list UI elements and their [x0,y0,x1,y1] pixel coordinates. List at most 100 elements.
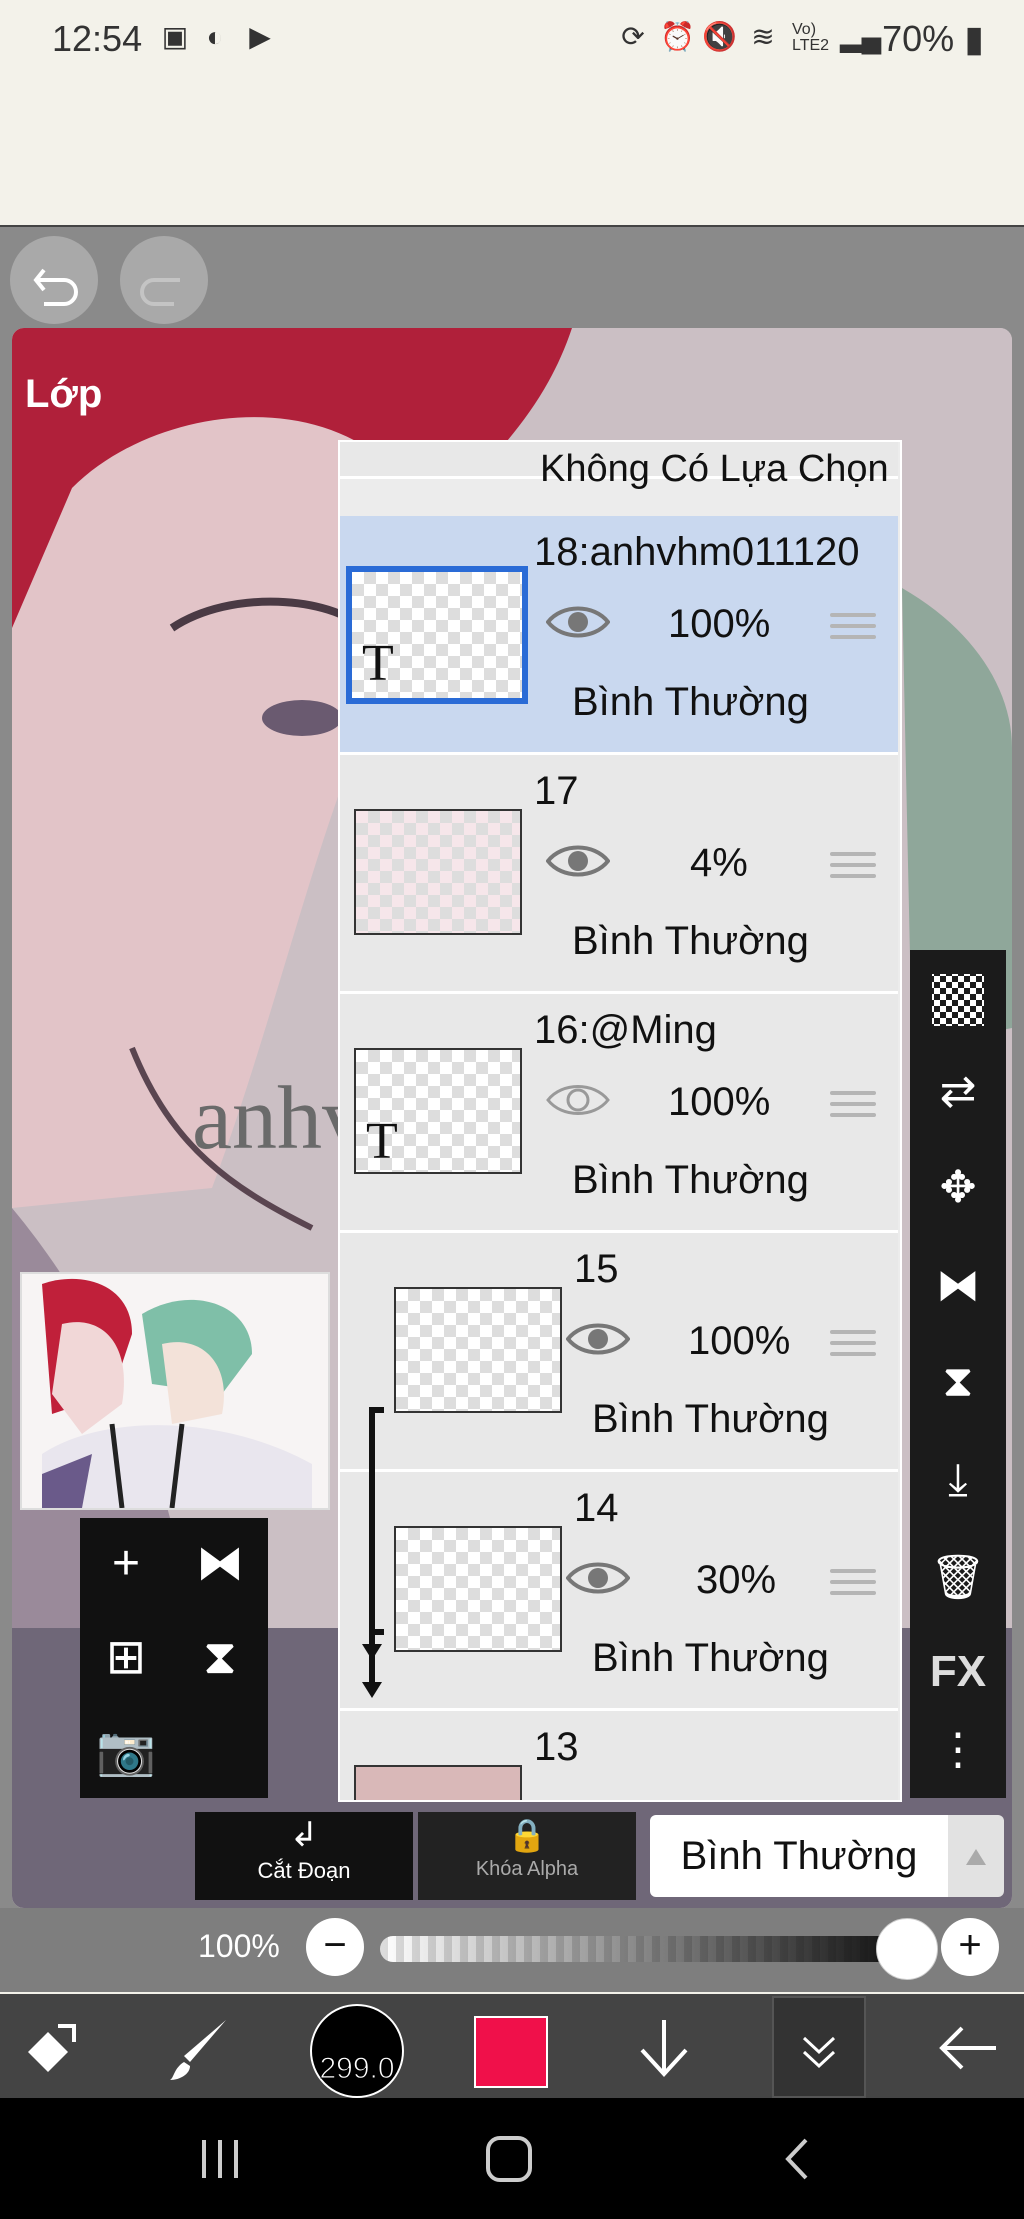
layer-menu-button[interactable] [772,1996,866,2098]
layer-row[interactable]: 17 4% Bình Thường [340,755,898,994]
move-icon[interactable]: ✥ [928,1158,988,1218]
gallery-icon: ▣ [161,21,189,52]
drag-handle-icon[interactable] [830,1323,876,1363]
brush-size-button[interactable]: 299.0 [310,2004,404,2098]
arrow-down-icon[interactable] [628,2012,700,2084]
status-time: 12:54 [52,18,143,59]
add-layer-icon[interactable]: + [96,1534,156,1594]
layer-opacity: 100% [688,1319,791,1363]
battery-level: 70% ▮ [882,18,984,59]
recent-apps-icon[interactable] [190,2134,250,2184]
layer-name: 17 [534,769,579,813]
drag-handle-icon[interactable] [830,845,876,885]
layer-name: 16:@Ming [534,1008,717,1052]
swap-layer-icon[interactable]: ⇄ [928,1062,988,1122]
chevron-down-icon [802,2036,836,2069]
text-layer-icon: T [366,1113,398,1170]
layer-thumbnail [354,1765,522,1800]
checker-icon[interactable] [928,970,988,1030]
brush-icon[interactable] [166,2012,238,2084]
layer-opacity: 100% [668,1080,771,1124]
layer-actions-pad: + ⧓ ⊞ ⧗ 📷 [80,1518,268,1798]
drag-handle-icon[interactable] [830,606,876,646]
layer-panel-title: Lớp [25,372,103,416]
flip-layer-icon[interactable]: ⧓ [190,1534,250,1594]
opacity-slider[interactable] [380,1936,900,1962]
alarm-icon: ⏰ [660,21,695,52]
layer-thumbnail [394,1526,562,1652]
status-bar: 12:54 ▣ ◐ ▶ ⟳ ⏰ 🔇 ≋ Vo) LTE2 ▂▄ 70% ▮ [0,0,1024,227]
layer-opacity: 100% [668,602,771,646]
eye-icon[interactable] [566,1319,630,1359]
layer-name: 15 [574,1247,619,1291]
color-swatch[interactable] [474,2016,548,2088]
layer-row-selection[interactable]: Không Có Lựa Chọn [340,442,898,490]
redo-button[interactable] [120,236,208,324]
lock-icon: 🔒 [507,1817,547,1853]
layer-blend-mode: Bình Thường [572,1158,809,1202]
youtube-icon: ▶ [249,21,271,52]
layer-name: 18:anhvhm011120 [534,530,860,574]
opacity-minus-button[interactable]: − [306,1918,364,1976]
text-layer-icon: T [362,635,394,692]
flip-v-icon[interactable]: ⧗ [928,1352,988,1412]
eye-icon[interactable] [546,602,610,642]
opacity-slider-knob[interactable] [876,1918,938,1980]
layer-row[interactable]: 14 30% Bình Thường [340,1472,898,1711]
wifi-icon: ≋ [751,21,775,52]
layer-row[interactable]: 13 [340,1711,898,1800]
sync-icon: ⟳ [621,21,645,52]
duplicate-layer-icon[interactable]: ⊞ [96,1628,156,1688]
fx-button[interactable]: FX [928,1642,988,1702]
eye-icon[interactable] [566,1558,630,1598]
selection-label: Không Có Lựa Chọn [540,448,889,490]
merge-down-icon[interactable]: ⤓ [928,1450,988,1510]
brush-size-value: 299.0 [319,2052,395,2086]
rotate-layer-icon[interactable]: ⧗ [190,1628,250,1688]
drag-handle-icon[interactable] [830,1084,876,1124]
eye-hidden-icon[interactable] [546,1080,610,1120]
opacity-plus-button[interactable]: + [941,1918,999,1976]
layer-row[interactable]: T 18:anhvhm011120 100% Bình Thường [340,516,898,755]
blend-mode-select[interactable]: Bình Thường [650,1815,948,1897]
layer-blend-mode: Bình Thường [572,680,809,724]
layer-thumbnail [394,1287,562,1413]
eye-icon[interactable] [546,841,610,881]
trash-icon[interactable]: 🗑 [928,1548,988,1608]
opacity-value: 100% [198,1928,280,1964]
undo-button[interactable] [10,236,98,324]
clip-label: Cắt Đoạn [257,1858,351,1883]
undo-icon [33,268,78,306]
network-badge: Vo) LTE2 [792,21,830,54]
reference-artwork [22,1274,328,1509]
reference-preview[interactable] [20,1272,330,1510]
camera-icon[interactable]: 📷 [96,1722,156,1782]
drag-handle-icon[interactable] [830,1562,876,1602]
layer-row[interactable]: 15 100% Bình Thường [340,1233,898,1472]
back-arrow-icon[interactable] [932,2012,1004,2084]
triangle-up-icon [966,1849,986,1865]
flip-h-icon[interactable]: ⧓ [928,1256,988,1316]
signal-icon: ▂▄ [840,21,882,52]
layer-thumbnail: T [346,566,528,704]
system-nav-bar [0,2098,1024,2219]
layer-blend-mode: Bình Thường [572,919,809,963]
clip-icon: ↲ [289,1816,319,1854]
redo-icon [140,278,180,306]
layer-opacity: 4% [690,841,748,885]
layer-row[interactable]: T 16:@Ming 100% Bình Thường [340,994,898,1233]
home-icon[interactable] [480,2134,540,2184]
blend-mode-dropdown-button[interactable] [948,1815,1004,1897]
layer-tools-toolbar: ⇄ ✥ ⧓ ⧗ ⤓ 🗑 FX ⋮ [910,950,1006,1798]
clip-button[interactable]: ↲ Cắt Đoạn [195,1812,413,1900]
alpha-lock-label: Khóa Alpha [475,1858,579,1880]
layer-panel[interactable]: Không Có Lựa Chọn T 18:anhvhm011120 100%… [338,440,902,1802]
bottom-toolbar: 299.0 [0,1994,1024,2098]
clipping-indicator-icon [362,1407,384,1698]
media-icon: ◐ [206,21,224,52]
back-icon[interactable] [770,2134,830,2184]
alpha-lock-button[interactable]: 🔒 Khóa Alpha [418,1812,636,1900]
more-icon[interactable]: ⋮ [928,1720,988,1780]
transform-icon[interactable] [18,2012,90,2084]
layer-opacity: 30% [696,1558,777,1602]
